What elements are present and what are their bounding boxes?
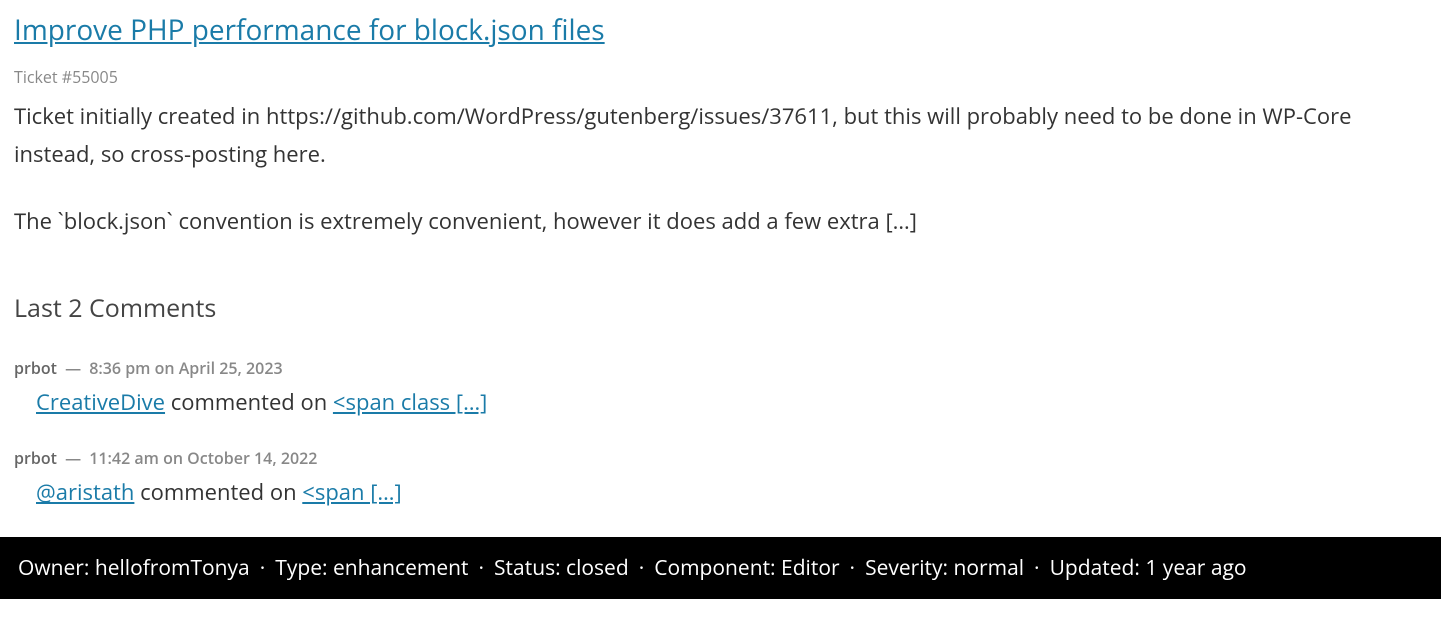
comment-sep: — — [61, 447, 85, 469]
comment-snippet-link[interactable]: <span class […] — [333, 387, 487, 417]
comment-time: 8:36 pm on April 25, 2023 — [89, 357, 282, 379]
comment-user-link[interactable]: CreativeDive — [36, 387, 165, 417]
footer-owner: Owner: hellofromTonya — [18, 554, 250, 582]
comment-body: @aristath commented on <span […] — [14, 477, 1427, 507]
comment-body: CreativeDive commented on <span class […… — [14, 387, 1427, 417]
footer-separator: · — [479, 554, 485, 582]
comment-author: prbot — [14, 357, 57, 379]
comment-middle-text: commented on — [165, 387, 333, 417]
comment-meta: prbot — 8:36 pm on April 25, 2023 — [14, 357, 1427, 379]
footer-status: Status: closed — [494, 554, 629, 582]
ticket-description: Ticket initially created in https://gith… — [14, 98, 1427, 240]
footer-separator: · — [1034, 554, 1040, 582]
comment-meta: prbot — 11:42 am on October 14, 2022 — [14, 447, 1427, 469]
comment-author: prbot — [14, 447, 57, 469]
ticket-description-p2: The `block.json` convention is extremely… — [14, 203, 1427, 240]
comment-item: prbot — 11:42 am on October 14, 2022 @ar… — [14, 447, 1427, 507]
comment-sep: — — [61, 357, 85, 379]
footer-component: Component: Editor — [654, 554, 839, 582]
comment-time: 11:42 am on October 14, 2022 — [89, 447, 317, 469]
comment-snippet-link[interactable]: <span […] — [302, 477, 401, 507]
comment-item: prbot — 8:36 pm on April 25, 2023 Creati… — [14, 357, 1427, 417]
footer-separator: · — [260, 554, 266, 582]
ticket-title-link[interactable]: Improve PHP performance for block.json f… — [14, 12, 605, 48]
comment-middle-text: commented on — [134, 477, 302, 507]
ticket-description-p1: Ticket initially created in https://gith… — [14, 98, 1427, 173]
footer-severity: Severity: normal — [865, 554, 1024, 582]
footer-separator: · — [639, 554, 645, 582]
footer-separator: · — [850, 554, 856, 582]
ticket-number: Ticket #55005 — [14, 66, 1427, 88]
footer-updated: Updated: 1 year ago — [1050, 554, 1247, 582]
comments-heading: Last 2 Comments — [14, 291, 1427, 325]
comment-user-link[interactable]: @aristath — [36, 477, 134, 507]
footer-type: Type: enhancement — [275, 554, 468, 582]
ticket-meta-footer: Owner: hellofromTonya · Type: enhancemen… — [0, 537, 1441, 599]
